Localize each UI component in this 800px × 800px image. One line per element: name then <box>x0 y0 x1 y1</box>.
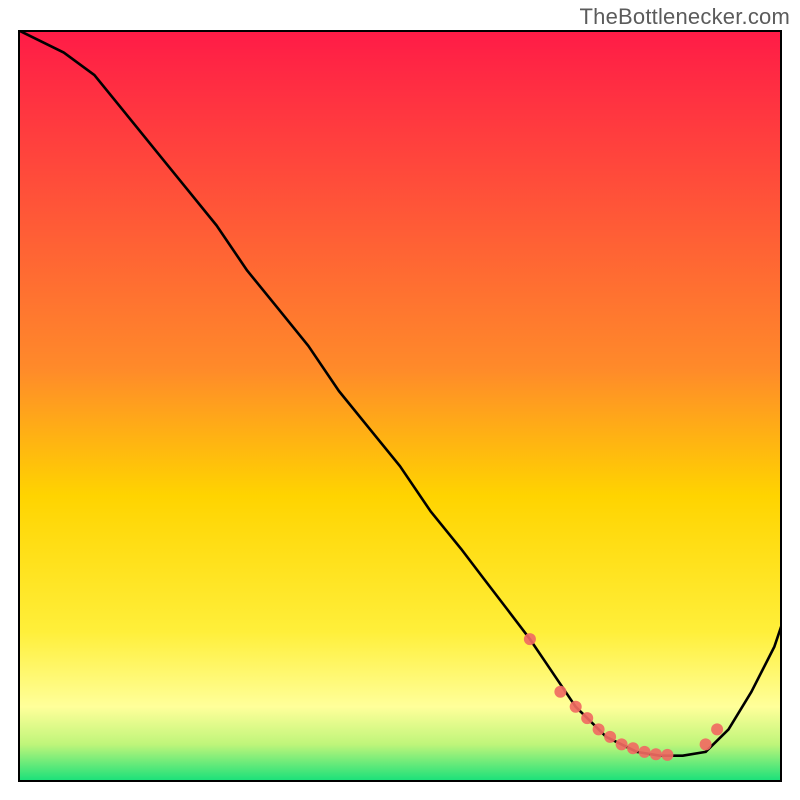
watermark-text: TheBottlenecker.com <box>580 4 790 30</box>
highlight-marker <box>604 731 616 743</box>
highlight-marker <box>570 701 582 713</box>
highlight-marker <box>700 738 712 750</box>
highlight-marker <box>650 748 662 760</box>
highlight-marker <box>616 738 628 750</box>
bottleneck-chart <box>18 30 782 782</box>
highlight-marker <box>554 686 566 698</box>
highlight-marker <box>581 712 593 724</box>
highlight-marker <box>711 723 723 735</box>
highlight-marker <box>639 746 651 758</box>
gradient-background <box>18 30 782 782</box>
highlight-marker <box>661 749 673 761</box>
chart-canvas <box>18 30 782 782</box>
highlight-marker <box>627 742 639 754</box>
highlight-marker <box>524 633 536 645</box>
highlight-marker <box>593 723 605 735</box>
